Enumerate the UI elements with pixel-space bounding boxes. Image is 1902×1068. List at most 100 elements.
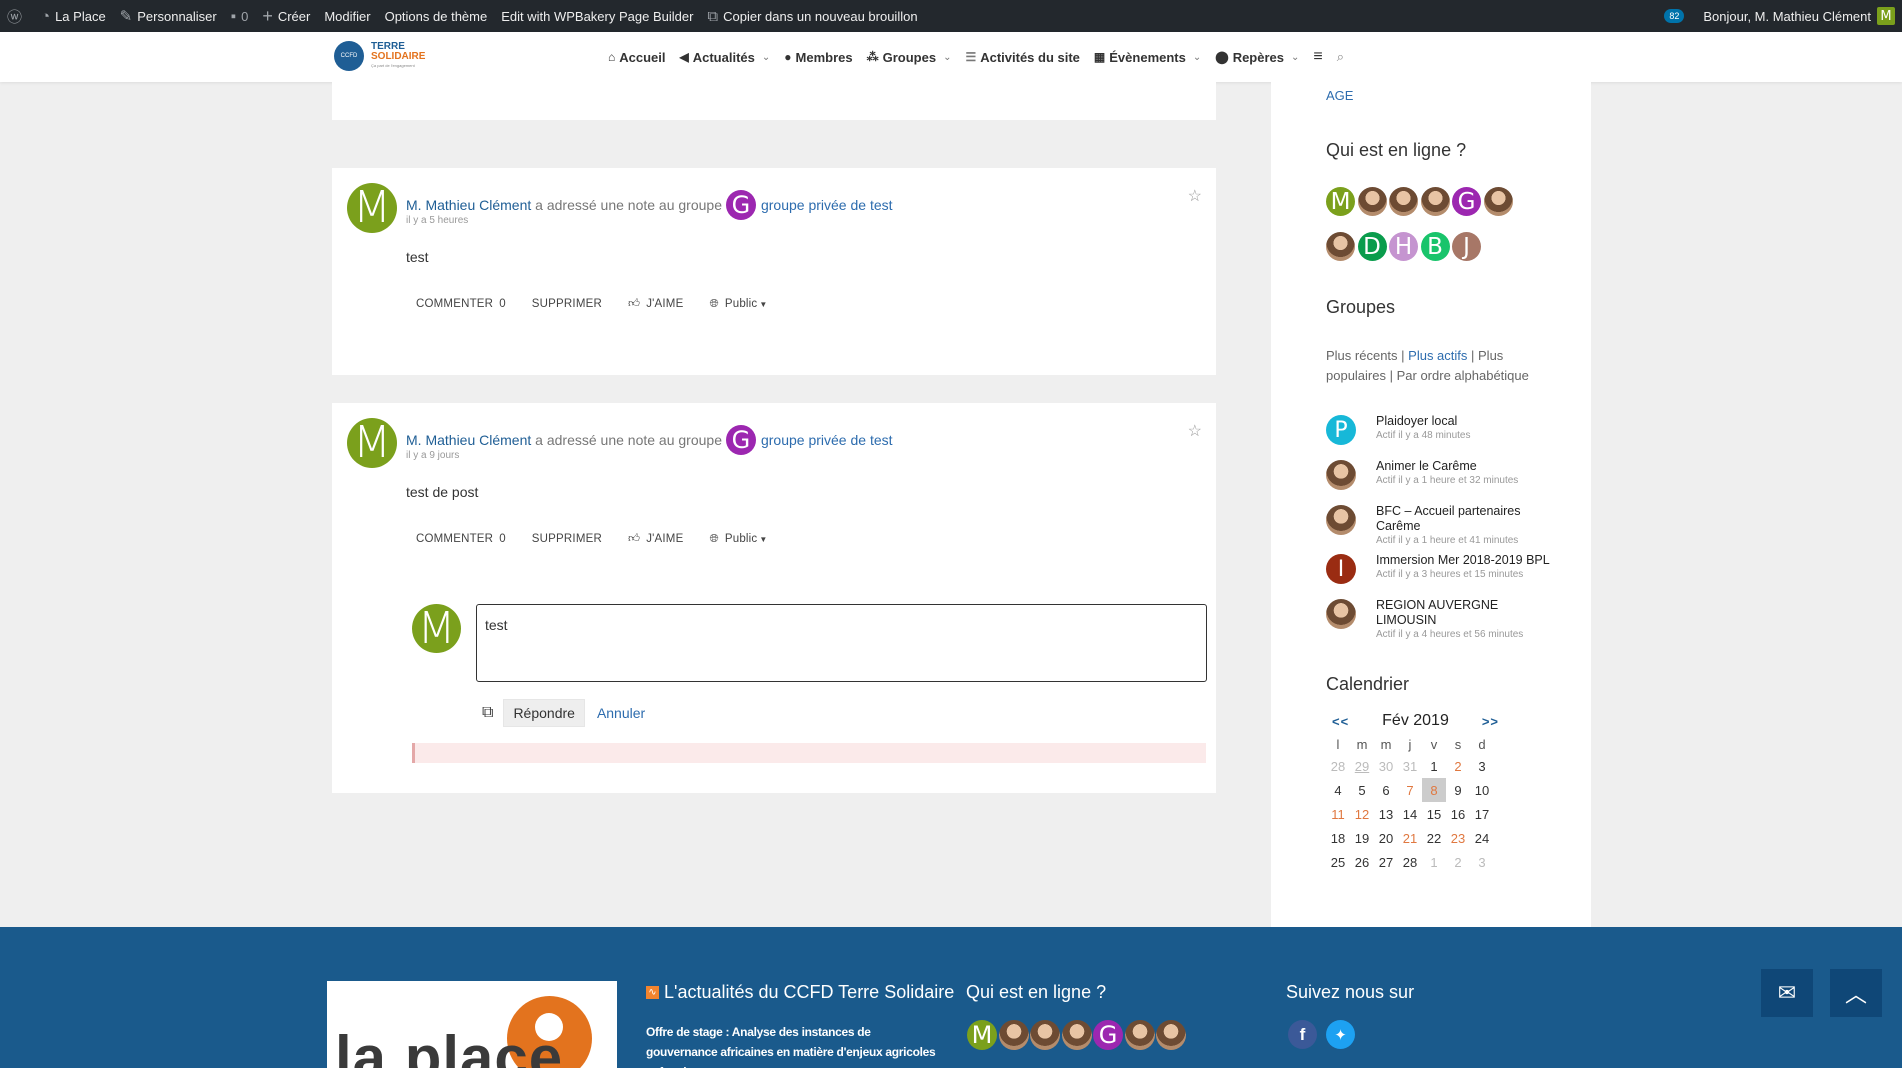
notification-badge[interactable]: 82 [1664,9,1685,23]
group-link[interactable]: groupe privée de test [761,432,893,448]
like-button[interactable]: J'AIME [646,298,683,310]
group-link[interactable]: groupe privée de test [761,197,893,213]
star-icon[interactable]: ☆ [1188,186,1202,206]
nav-actualites[interactable]: ◀ Actualités ⌄ [680,50,771,65]
group-avatar[interactable] [1326,505,1356,535]
footer-online-avatar[interactable] [1156,1020,1186,1050]
copy-draft-link[interactable]: ⧉ Copier dans un nouveau brouillon [700,0,924,32]
online-user-avatar[interactable]: G [1452,187,1481,216]
user-avatar[interactable]: M [347,418,397,468]
site-logo[interactable]: CCFD TERRE SOLIDAIRE Ça part de l'engage… [334,38,439,74]
media-icon[interactable]: ⧉ [482,704,493,722]
star-icon[interactable]: ☆ [1188,421,1202,441]
site-name-link[interactable]: ◔ La Place [34,0,113,32]
user-avatar[interactable]: M [347,183,397,233]
footer-online-avatar[interactable]: M [967,1020,997,1050]
contact-button[interactable]: ✉ [1761,969,1813,1017]
filter-alpha[interactable]: Par ordre alphabétique [1397,368,1529,383]
online-user-avatar[interactable]: J [1452,232,1481,261]
account-menu[interactable]: Bonjour, M. Mathieu Clément M [1696,0,1902,32]
group-name-link[interactable]: BFC – Accueil partenaires Carême [1376,504,1556,534]
calendar-prev[interactable]: << [1332,714,1349,729]
delete-button[interactable]: SUPPRIMER [532,533,602,545]
group-avatar[interactable]: I [1326,554,1356,584]
footer-online-avatar[interactable] [998,1020,1029,1050]
footer-online-avatar[interactable]: G [1093,1020,1123,1050]
online-user-avatar[interactable] [1483,187,1513,216]
online-user-avatar[interactable]: H [1389,232,1418,261]
calendar-day[interactable]: 21 [1398,826,1422,850]
comments-count: 0 [241,8,249,24]
nav-reperes[interactable]: ⬤ Repères ⌄ [1215,50,1299,65]
group-avatar[interactable] [1326,460,1356,490]
online-user-avatar[interactable] [1389,187,1418,216]
visibility-select[interactable]: Public [725,298,758,310]
group-list-item[interactable]: I Immersion Mer 2018-2019 BPL Actif il y a… [1326,553,1556,584]
group-avatar[interactable] [1326,599,1356,629]
calendar-day[interactable]: 8 [1422,778,1446,802]
sidebar-top-link[interactable]: AGE [1326,88,1353,103]
filter-active[interactable]: Plus actifs [1408,348,1467,363]
twitter-icon[interactable]: ✦ [1326,1020,1355,1049]
wpbakery-link[interactable]: Edit with WPBakery Page Builder [494,0,700,32]
user-link[interactable]: M. Mathieu Clément [406,432,531,448]
delete-button[interactable]: SUPPRIMER [532,298,602,310]
nav-activites[interactable]: ☰ Activités du site [965,50,1079,65]
calendar-day[interactable]: 23 [1446,826,1470,850]
online-user-avatar[interactable]: D [1357,232,1387,261]
visibility-select[interactable]: Public [725,533,758,545]
group-avatar[interactable]: G [725,425,756,455]
online-user-avatar[interactable] [1420,187,1450,216]
calendar-day[interactable]: 29 [1350,754,1374,778]
online-user-avatar[interactable]: M [1326,187,1355,216]
group-list-item[interactable]: Animer le Carême Actif il y a 1 heure et … [1326,459,1556,490]
reply-textarea[interactable]: test [476,604,1207,682]
search-toggle[interactable]: ⌕ [1337,49,1344,65]
footer-online-avatar[interactable] [1124,1020,1155,1050]
comment-button[interactable]: COMMENTER [416,533,493,545]
group-name-link[interactable]: Animer le Carême [1376,459,1556,474]
group-name-link[interactable]: Immersion Mer 2018-2019 BPL [1376,553,1556,568]
online-user-avatar[interactable] [1326,232,1355,261]
cancel-link[interactable]: Annuler [597,705,645,721]
activity-time[interactable]: il y a 9 jours [406,450,459,461]
reply-button[interactable]: Répondre [503,699,585,727]
calendar-day[interactable]: 12 [1350,802,1374,826]
la-place-logo[interactable]: la place [327,981,617,1068]
online-user-avatar[interactable]: B [1420,232,1450,261]
user-link[interactable]: M. Mathieu Clément [406,197,531,213]
customize-link[interactable]: ✎ Personnaliser [113,0,224,32]
group-avatar[interactable]: G [725,190,756,220]
calendar-day[interactable]: 7 [1398,778,1422,802]
group-list-item[interactable]: BFC – Accueil partenaires Carême Actif il… [1326,504,1556,547]
news-item-link[interactable]: Offre de stage : Analyse des instances d… [646,1022,936,1068]
group-name-link[interactable]: REGION AUVERGNE LIMOUSIN [1376,598,1556,628]
facebook-icon[interactable]: f [1288,1020,1317,1049]
like-button[interactable]: J'AIME [646,533,683,545]
calendar-day[interactable]: 2 [1446,754,1470,778]
group-list-item[interactable]: REGION AUVERGNE LIMOUSIN Actif il y a 4 h… [1326,598,1556,641]
scroll-top-button[interactable]: ︿ [1830,969,1882,1017]
online-user-avatar[interactable] [1357,187,1387,216]
nav-membres[interactable]: ● Membres [784,50,852,65]
group-name-link[interactable]: Plaidoyer local [1376,414,1556,429]
wordpress-menu[interactable]: ⓦ [0,0,34,32]
footer-online-avatar[interactable] [1030,1020,1060,1050]
nav-groupes[interactable]: ⁂ Groupes ⌄ [867,50,952,65]
edit-link[interactable]: Modifier [317,0,377,32]
calendar-next[interactable]: >> [1482,714,1499,729]
activity-time[interactable]: il y a 5 heures [406,215,468,226]
filter-recent[interactable]: Plus récents [1326,348,1398,363]
greeting-label: Bonjour, M. Mathieu Clément [1703,8,1871,24]
footer-online-avatar[interactable] [1061,1020,1092,1050]
calendar-day[interactable]: 11 [1326,802,1350,826]
group-list-item[interactable]: P Plaidoyer local Actif il y a 48 minutes [1326,414,1556,445]
menu-toggle[interactable]: ≡ [1313,48,1322,66]
nav-evenements[interactable]: ▦ Évènements ⌄ [1094,50,1201,65]
theme-options-link[interactable]: Options de thème [378,0,495,32]
group-avatar[interactable]: P [1326,415,1356,445]
comment-button[interactable]: COMMENTER [416,298,493,310]
nav-accueil[interactable]: ⌂ Accueil [608,50,666,65]
comments-link[interactable]: ▪ 0 [224,0,256,32]
create-menu[interactable]: + Créer [255,0,317,32]
